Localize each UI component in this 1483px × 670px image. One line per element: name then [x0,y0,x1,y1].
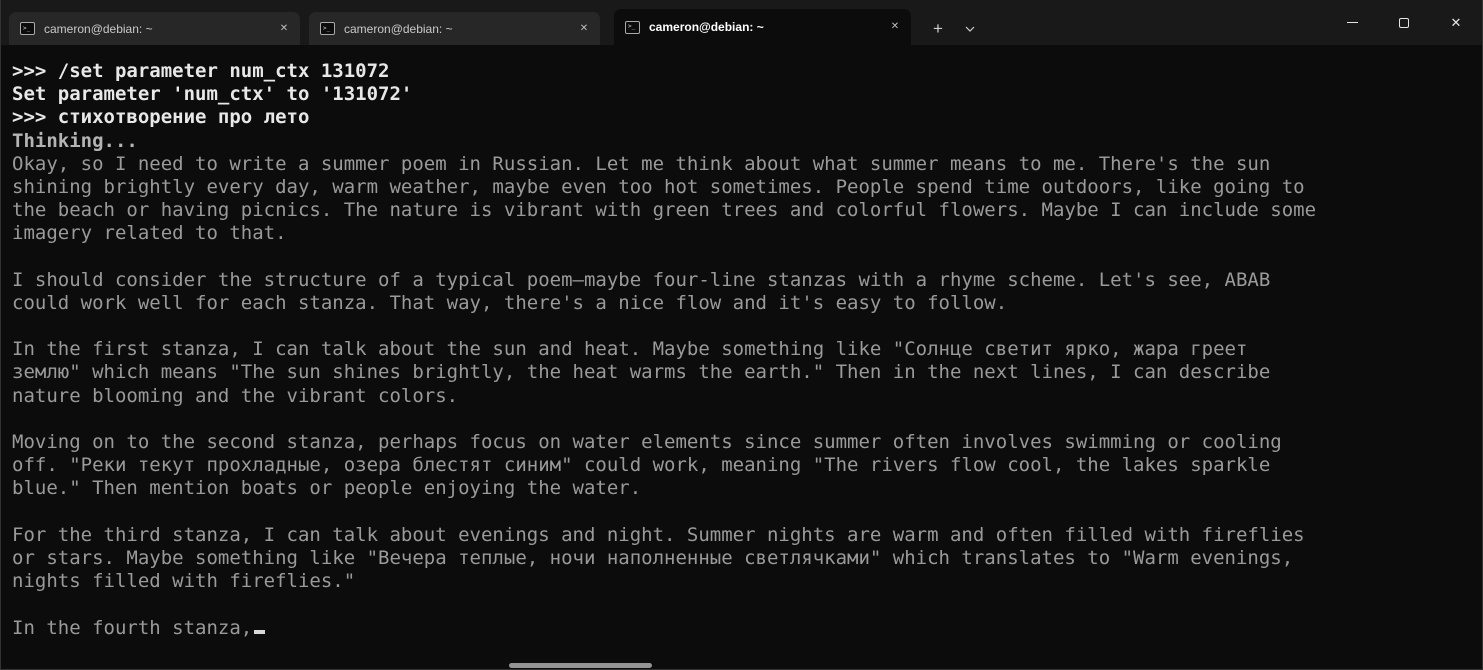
terminal-line: >>> стихотворение про лето [12,106,310,129]
tab-1[interactable]: >_ cameron@debian: ~ ✕ [9,12,300,45]
terminal-cursor [254,629,266,634]
tab-title: cameron@debian: ~ [344,21,453,36]
terminal-icon: >_ [20,22,35,35]
terminal-line: shining brightly every day, warm weather… [12,175,1305,198]
tab-title: cameron@debian: ~ [649,20,764,34]
tab-3[interactable]: >_ cameron@debian: ~ ✕ [614,9,911,45]
terminal-line: Set parameter 'num_ctx' to '131072' [12,83,413,106]
bottom-indicator [509,663,652,668]
titlebar[interactable]: >_ cameron@debian: ~ ✕ >_ cameron@debian: ~ ✕… [1,0,1482,45]
close-button[interactable]: ✕ [1430,0,1482,45]
terminal-window: >_ cameron@debian: ~ ✕ >_ cameron@debian: ~ ✕… [0,0,1483,670]
terminal-line: Thinking... [12,129,138,152]
window-controls: ✕ [1326,0,1482,45]
terminal-line: or stars. Maybe something like "Вечера т… [12,546,1294,569]
tab-bar: >_ cameron@debian: ~ ✕ >_ cameron@debian: ~ ✕… [1,0,920,45]
tab-close-button[interactable]: ✕ [885,17,905,37]
terminal-line: Okay, so I need to write a summer poem i… [12,152,1271,175]
terminal-line: >>> /set parameter num_ctx 131072 [12,60,390,82]
tab-close-button[interactable]: ✕ [574,19,594,39]
terminal-line: could work well for each stanza. That wa… [12,291,1008,314]
terminal-line: nights filled with fireflies." [12,570,356,593]
terminal-line: For the third stanza, I can talk about e… [12,523,1305,546]
terminal-content[interactable]: >>> /set parameter num_ctx 131072 Set par… [1,45,1482,669]
terminal-line: In the fourth stanza, [12,617,1472,640]
tab-2[interactable]: >_ cameron@debian: ~ ✕ [309,12,600,45]
minimize-icon [1346,22,1358,23]
terminal-icon: >_ [625,20,640,34]
tab-dropdown-button[interactable] [954,12,986,45]
minimize-button[interactable] [1326,0,1378,45]
terminal-line: blue." Then mention boats or people enjo… [12,477,642,500]
terminal-line: землю" which means "The sun shines brigh… [12,361,1271,384]
tab-title: cameron@debian: ~ [44,21,153,36]
chevron-down-icon [965,26,975,32]
close-icon: ✕ [1450,15,1462,30]
terminal-line: Moving on to the second stanza, perhaps … [12,431,1282,453]
terminal-line: I should consider the structure of a typ… [12,268,1271,291]
terminal-line: imagery related to that. [12,222,287,245]
tab-close-button[interactable]: ✕ [274,19,294,39]
terminal-line: nature blooming and the vibrant colors. [12,384,459,407]
maximize-icon [1399,17,1409,28]
terminal-line: In the first stanza, I can talk about th… [12,338,1248,361]
terminal-icon: >_ [320,22,335,35]
new-tab-button[interactable]: + [922,12,954,45]
terminal-line: the beach or having picnics. The nature … [12,199,1317,222]
maximize-button[interactable] [1378,0,1430,45]
terminal-line: off. "Реки текут прохладные, озера блест… [12,454,1271,477]
